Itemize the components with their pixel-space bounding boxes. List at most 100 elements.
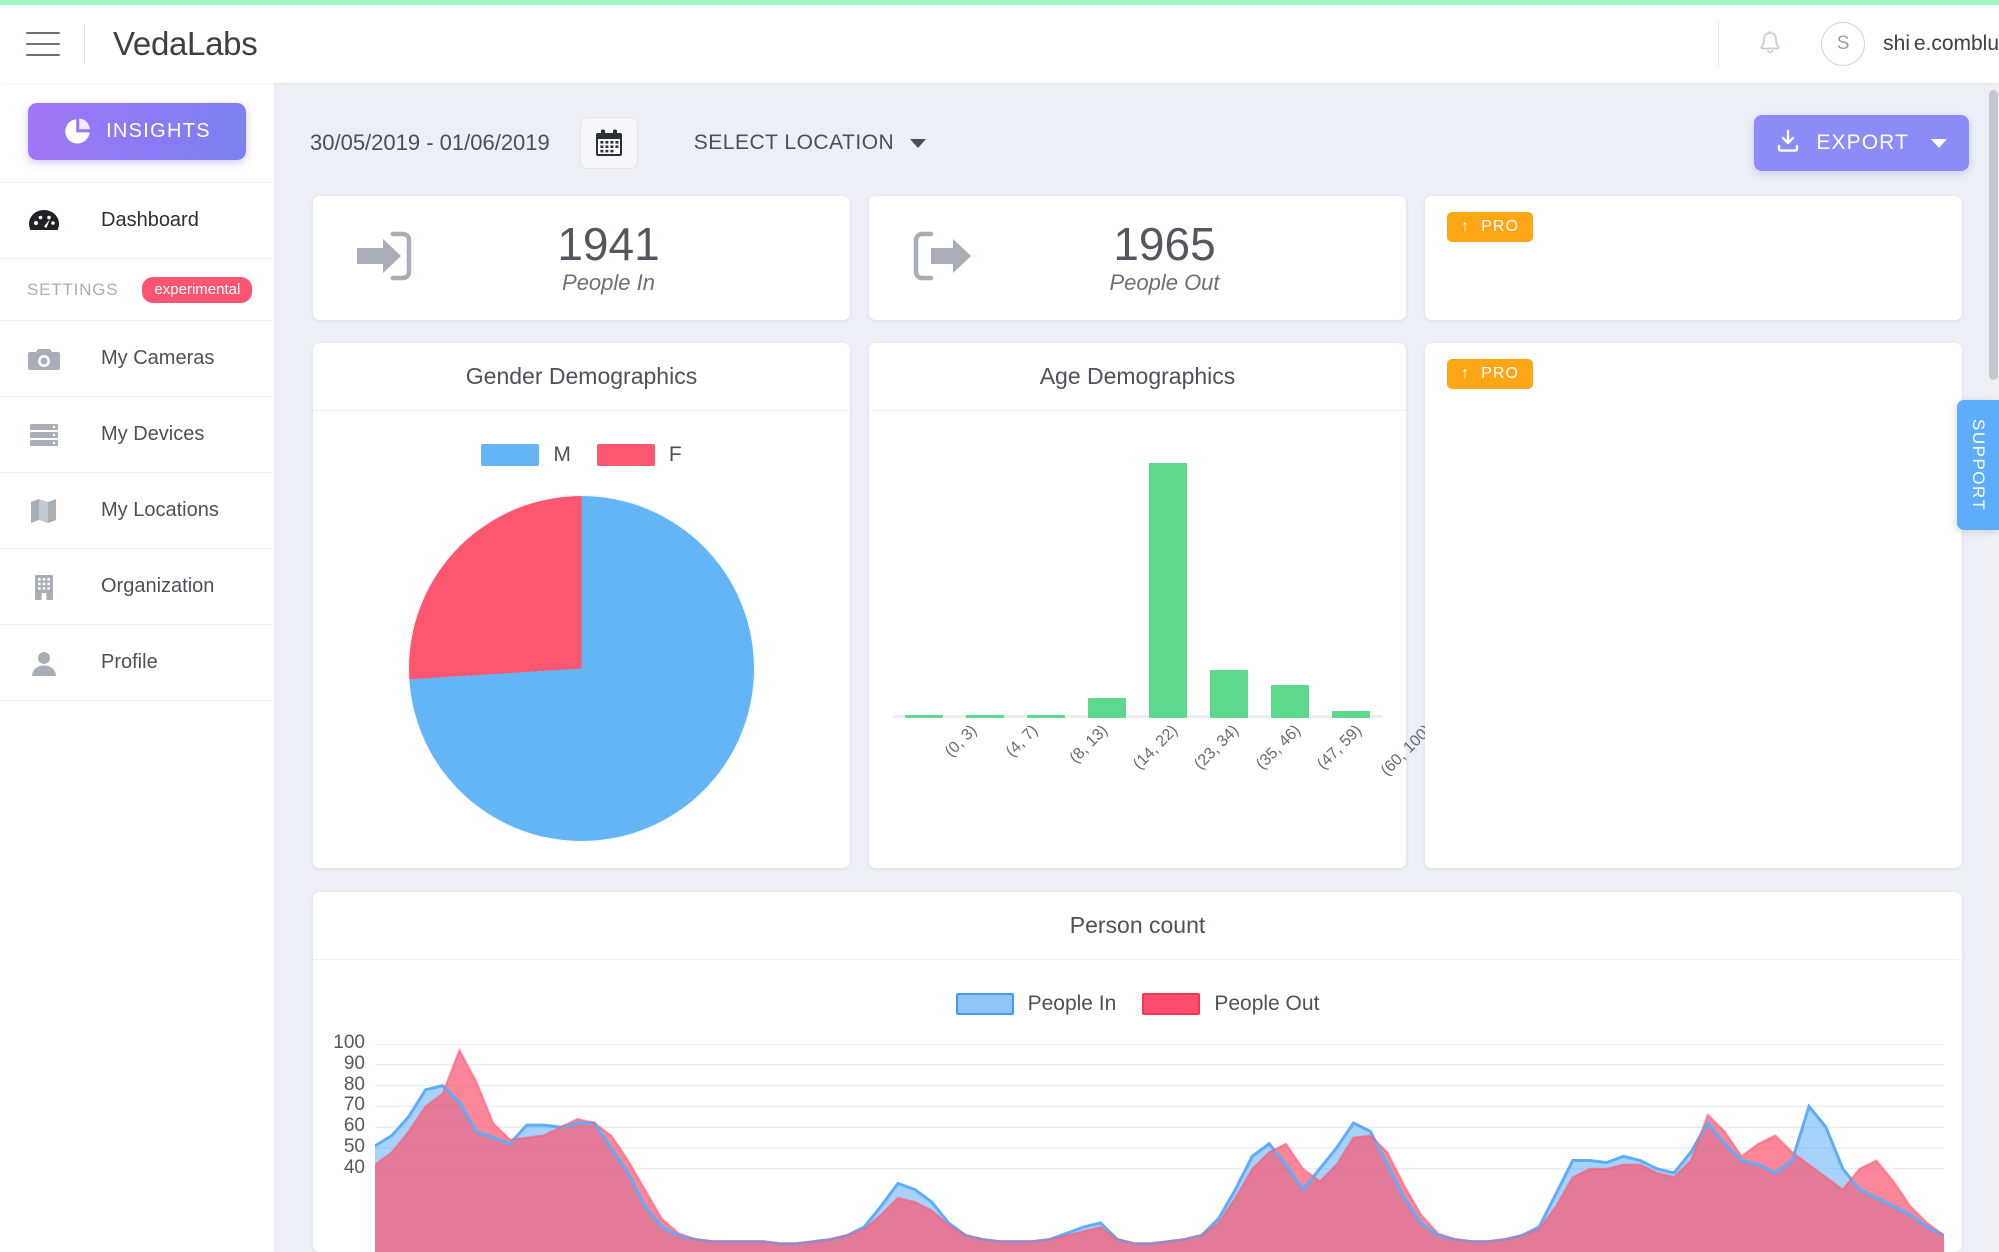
header-divider (84, 24, 85, 64)
stat-value: 1941 (423, 220, 794, 268)
age-demographics-card: Age Demographics (0, 3)(4, 7)(8, 13)(14,… (869, 343, 1406, 868)
chart-title: Gender Demographics (313, 343, 850, 411)
user-email-overflow: e.com (1910, 32, 1971, 56)
stat-value: 1965 (979, 220, 1350, 268)
sidebar-item-organization[interactable]: Organization (0, 549, 274, 625)
bar-axis-label: (8, 13) (1067, 722, 1112, 767)
gender-pie-chart[interactable] (408, 495, 755, 842)
bar[interactable] (1271, 685, 1309, 718)
select-location-dropdown[interactable]: SELECT LOCATION (694, 131, 926, 155)
legend-label: People Out (1214, 992, 1319, 1016)
pro-locked-card-top: ↑ PRO (1425, 196, 1962, 320)
age-bar-plot-area (893, 453, 1382, 718)
bar-axis-label: (35, 46) (1253, 722, 1305, 774)
pro-badge[interactable]: ↑ PRO (1447, 212, 1533, 242)
bar-axis-label: (23, 34) (1192, 722, 1244, 774)
insights-label: INSIGHTS (106, 120, 211, 143)
legend-item-people-in[interactable]: People In (956, 992, 1117, 1016)
date-range-display[interactable]: 30/05/2019 - 01/06/2019 (310, 130, 550, 156)
bar[interactable] (1088, 698, 1126, 718)
bar-axis-label: (14, 22) (1130, 722, 1182, 774)
download-icon (1776, 129, 1800, 158)
building-icon (27, 573, 69, 601)
legend-label: F (669, 443, 682, 467)
chevron-down-icon (910, 139, 926, 148)
pie-chart-icon (63, 117, 92, 146)
experimental-badge: experimental (142, 277, 252, 303)
hamburger-icon[interactable] (26, 32, 60, 56)
stat-label: People Out (979, 270, 1350, 296)
sidebar-item-label: My Devices (101, 423, 204, 446)
bell-icon[interactable] (1757, 30, 1783, 58)
sidebar-item-dashboard[interactable]: Dashboard (0, 183, 274, 259)
sidebar: INSIGHTS Dashboard SETTINGS experimenta (0, 83, 275, 1252)
arrow-up-icon: ↑ (1461, 219, 1470, 235)
map-icon (27, 497, 69, 525)
legend-swatch-people-in (956, 993, 1014, 1015)
y-axis-tick-label: 90 (321, 1053, 365, 1075)
header-separator (1718, 22, 1719, 66)
y-axis-tick-label: 50 (321, 1136, 365, 1158)
people-in-values: 1941 People In (423, 220, 794, 296)
sign-in-icon (353, 228, 423, 289)
legend-item-female[interactable]: F (597, 443, 682, 467)
person-count-legend: People In People Out (313, 992, 1962, 1016)
legend-label: People In (1028, 992, 1117, 1016)
user-icon (27, 649, 69, 677)
sidebar-item-label: Organization (101, 575, 214, 598)
y-axis-tick-label: 100 (321, 1032, 365, 1054)
export-label: EXPORT (1816, 131, 1909, 155)
sidebar-item-profile[interactable]: Profile (0, 625, 274, 701)
bar[interactable] (1149, 463, 1187, 718)
age-bar-chart[interactable] (893, 453, 1382, 718)
dashboard-page: VedaLabs S shivam@blu e.com (0, 0, 1999, 1252)
bar-axis-label: (0, 3) (942, 722, 981, 761)
export-button[interactable]: EXPORT (1754, 115, 1969, 171)
sidebar-item-my-cameras[interactable]: My Cameras (0, 321, 274, 397)
chart-title: Age Demographics (869, 343, 1406, 411)
settings-label: SETTINGS (27, 280, 118, 300)
arrow-up-icon: ↑ (1461, 366, 1470, 382)
insights-button[interactable]: INSIGHTS (28, 103, 246, 160)
sidebar-item-label: Dashboard (101, 209, 199, 232)
area-chart-svg (375, 1044, 1944, 1252)
brand-title: VedaLabs (113, 25, 257, 63)
chart-title: Person count (313, 892, 1962, 960)
gender-demographics-card: Gender Demographics M F (313, 343, 850, 868)
people-out-values: 1965 People Out (979, 220, 1350, 296)
legend-item-people-out[interactable]: People Out (1142, 992, 1319, 1016)
sidebar-item-label: Profile (101, 651, 158, 674)
sidebar-item-label: My Locations (101, 499, 219, 522)
sidebar-item-my-locations[interactable]: My Locations (0, 473, 274, 549)
calendar-icon[interactable] (580, 117, 638, 169)
pro-badge-label: PRO (1481, 365, 1519, 383)
y-axis-tick-label: 70 (321, 1094, 365, 1116)
sidebar-item-label: My Cameras (101, 347, 214, 370)
bar-axis-label: (47, 59) (1314, 722, 1366, 774)
gender-pie-wrap (313, 495, 850, 842)
legend-swatch-people-out (1142, 993, 1200, 1015)
server-icon (27, 421, 69, 449)
people-in-card: 1941 People In (313, 196, 850, 320)
pro-badge[interactable]: ↑ PRO (1447, 359, 1533, 389)
legend-swatch-female (597, 444, 655, 466)
app-header: VedaLabs S shivam@blu e.com (0, 5, 1999, 83)
content-toolbar: 30/05/2019 - 01/06/2019 SELECT LOCATION (310, 108, 1969, 178)
select-location-label: SELECT LOCATION (694, 131, 894, 155)
settings-section-header: SETTINGS experimental (0, 259, 274, 321)
insights-button-wrap: INSIGHTS (0, 83, 274, 182)
bar[interactable] (1210, 670, 1248, 718)
legend-item-male[interactable]: M (481, 443, 571, 467)
bar[interactable] (1332, 711, 1370, 718)
age-axis-labels: (0, 3)(4, 7)(8, 13)(14, 22)(23, 34)(35, … (893, 718, 1382, 808)
y-axis-tick-label: 80 (321, 1074, 365, 1096)
support-tab[interactable]: SUPPORT (1957, 400, 1999, 530)
y-axis-tick-label: 60 (321, 1115, 365, 1137)
page-scrollbar-thumb[interactable] (1989, 90, 1998, 380)
person-count-area-chart[interactable] (375, 1044, 1944, 1252)
pro-locked-card-charts: ↑ PRO (1425, 343, 1962, 868)
sidebar-item-my-devices[interactable]: My Devices (0, 397, 274, 473)
pro-badge-label: PRO (1481, 218, 1519, 236)
avatar[interactable]: S (1821, 22, 1865, 66)
export-chevron-down-icon[interactable] (1931, 139, 1947, 148)
